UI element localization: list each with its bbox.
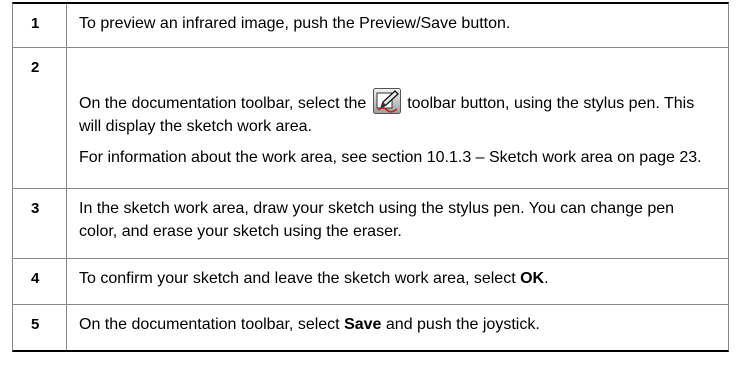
step-note: For information about the work area, see… — [79, 149, 702, 166]
step-text: On the documentation toolbar, select the — [67, 48, 728, 188]
step-instruction: To confirm your sketch and leave the ske… — [79, 267, 716, 290]
instruction-text-before-icon: On the documentation toolbar, select the — [79, 95, 367, 112]
sketch-pencil-icon — [372, 88, 401, 114]
ok-label: OK — [520, 270, 545, 287]
step-row: 5 On the documentation toolbar, select S… — [13, 305, 728, 350]
step-text: To confirm your sketch and leave the ske… — [67, 259, 728, 304]
step-row: 2 On the documentation toolbar, select t… — [13, 48, 728, 189]
save-label: Save — [344, 316, 382, 333]
instruction-text: To confirm your sketch and leave the ske… — [79, 270, 516, 287]
step-text: In the sketch work area, draw your sketc… — [67, 189, 728, 258]
step-row: 1 To preview an infrared image, push the… — [13, 4, 728, 48]
instruction-text-end: and push the joystick. — [385, 316, 540, 333]
step-text: On the documentation toolbar, select Sav… — [67, 305, 728, 350]
step-number: 2 — [13, 48, 67, 188]
step-number: 1 — [13, 4, 67, 47]
step-instruction: In the sketch work area, draw your sketc… — [79, 200, 675, 240]
step-row: 4 To confirm your sketch and leave the s… — [13, 259, 728, 305]
step-instruction: To preview an infrared image, push the P… — [79, 15, 511, 32]
procedure-table: 1 To preview an infrared image, push the… — [12, 2, 729, 352]
instruction-text: On the documentation toolbar, select — [79, 316, 340, 333]
step-number: 3 — [13, 189, 67, 258]
step-instruction: On the documentation toolbar, select Sav… — [79, 313, 716, 336]
step-number: 5 — [13, 305, 67, 350]
step-row: 3 In the sketch work area, draw your ske… — [13, 189, 728, 259]
step-instruction: On the documentation toolbar, select the — [79, 88, 716, 138]
step-text: To preview an infrared image, push the P… — [67, 4, 728, 47]
instruction-punctuation: . — [544, 270, 549, 287]
step-number: 4 — [13, 259, 67, 304]
